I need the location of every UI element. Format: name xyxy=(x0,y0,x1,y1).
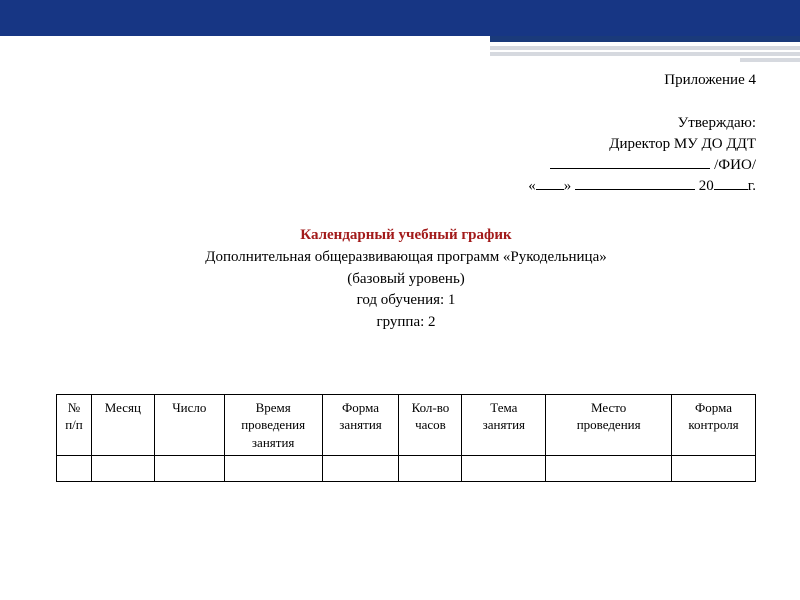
col-topic: Темазанятия xyxy=(462,394,546,456)
col-month: Месяц xyxy=(91,394,154,456)
table-row xyxy=(57,456,756,482)
title-block: Календарный учебный график Дополнительна… xyxy=(56,225,756,334)
col-control: Формаконтроля xyxy=(672,394,756,456)
document-title: Календарный учебный график xyxy=(56,225,756,247)
approval-fio-line: /ФИО/ xyxy=(56,155,756,176)
date-year-line xyxy=(714,189,748,190)
top-banner xyxy=(0,0,800,36)
col-time: Времяпроведениязанятия xyxy=(224,394,322,456)
program-level: (базовый уровень) xyxy=(56,269,756,291)
col-hours: Кол-вочасов xyxy=(399,394,462,456)
approval-block: Утверждаю: Директор МУ ДО ДДТ /ФИО/ «» 2… xyxy=(56,113,756,197)
document-page: Приложение 4 Утверждаю: Директор МУ ДО Д… xyxy=(0,36,800,482)
date-day-line xyxy=(536,189,564,190)
col-form: Формазанятия xyxy=(322,394,399,456)
signature-line xyxy=(550,168,710,169)
date-month-line xyxy=(575,189,695,190)
col-number: №п/п xyxy=(57,394,92,456)
col-day: Число xyxy=(154,394,224,456)
decorative-stripes xyxy=(490,36,800,64)
group-number: группа: 2 xyxy=(56,312,756,334)
appendix-label: Приложение 4 xyxy=(56,72,756,89)
col-place: Местопроведения xyxy=(546,394,672,456)
approval-date-line: «» 20г. xyxy=(56,176,756,197)
program-name: Дополнительная общеразвивающая программ … xyxy=(56,247,756,269)
header-row: №п/п Месяц Число Времяпроведениязанятия … xyxy=(57,394,756,456)
approval-director: Директор МУ ДО ДДТ xyxy=(56,134,756,155)
approval-approve: Утверждаю: xyxy=(56,113,756,134)
study-year: год обучения: 1 xyxy=(56,290,756,312)
schedule-table: №п/п Месяц Число Времяпроведениязанятия … xyxy=(56,394,756,483)
